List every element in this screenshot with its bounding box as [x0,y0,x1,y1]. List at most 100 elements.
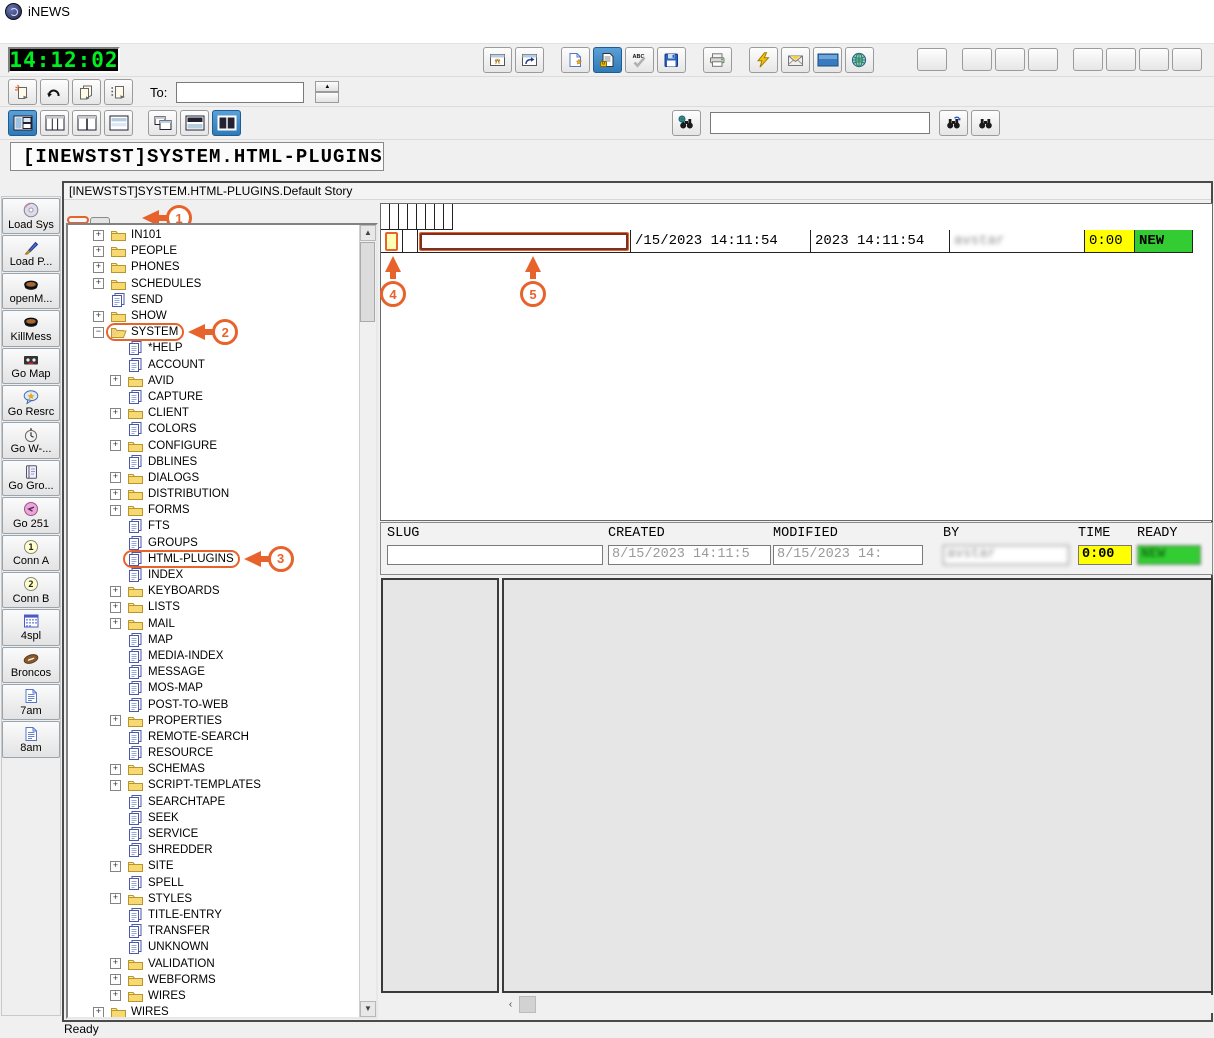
sidebar-shortcut-button[interactable]: Load P... [2,235,60,271]
tree-item[interactable]: FTS [70,518,376,534]
tree-item[interactable]: MOS-MAP [70,680,376,696]
tree-item[interactable]: PROPERTIES [70,713,376,729]
queue-column-header[interactable] [381,204,390,230]
created-field[interactable] [608,545,771,565]
tree-item[interactable]: MEDIA-INDEX [70,648,376,664]
sidebar-shortcut-button[interactable]: openM... [2,273,60,309]
menu-item[interactable] [36,31,54,35]
time-field[interactable] [1078,545,1132,565]
layout-button[interactable] [180,110,209,136]
menu-item[interactable] [90,31,108,35]
format-button[interactable] [962,48,992,71]
scroll-thumb[interactable] [519,996,536,1013]
expand-toggle-icon[interactable] [93,311,104,322]
toolbar-button[interactable] [515,47,544,73]
expand-toggle-icon[interactable] [93,327,104,338]
sidebar-shortcut-button[interactable]: Broncos [2,647,60,683]
tree-item[interactable]: TRANSFER [70,923,376,939]
tree-item[interactable]: RESOURCE [70,745,376,761]
sidebar-shortcut-button[interactable]: Go W-... [2,422,60,458]
row-select-cell[interactable] [385,232,398,251]
tree-item[interactable]: GROUPS [70,535,376,551]
tree-item[interactable]: LISTS [70,599,376,615]
toolbar-button[interactable] [813,47,842,73]
menu-item[interactable] [54,31,72,35]
tree-item[interactable]: SCRIPT-TEMPLATES [70,777,376,793]
toolbar-button[interactable] [749,47,778,73]
expand-toggle-icon[interactable] [93,278,104,289]
layout-button[interactable] [40,110,69,136]
story-margin-panel[interactable] [381,578,499,993]
sidebar-shortcut-button[interactable]: Load Sys [2,198,60,234]
tree-item[interactable]: SEND [70,292,376,308]
expand-toggle-icon[interactable] [110,990,121,1001]
tree-item[interactable]: INDEX [70,567,376,583]
expand-toggle-icon[interactable] [110,375,121,386]
queue-column-header[interactable] [408,204,417,230]
queue-column-header[interactable] [444,204,453,230]
sidebar-shortcut-button[interactable]: KillMess [2,310,60,346]
tree-item[interactable]: DIALOGS [70,470,376,486]
tree-item[interactable]: SCHEMAS [70,761,376,777]
menu-item[interactable] [18,31,36,35]
queue-column-header[interactable] [390,204,399,230]
queue-story-row[interactable]: /15/2023 14:11:54 2023 14:11:54 avstar 0… [381,230,1212,253]
scroll-down-icon[interactable]: ▼ [360,1001,376,1017]
toolbar-button[interactable] [781,47,810,73]
tree-item[interactable]: CLIENT [70,405,376,421]
format-button[interactable] [917,48,947,71]
modified-field[interactable] [773,545,923,565]
tree-item[interactable]: WIRES [70,988,376,1004]
sidebar-shortcut-button[interactable]: Go Resrc [2,385,60,421]
expand-toggle-icon[interactable] [110,472,121,483]
tree-item[interactable]: SERVICE [70,826,376,842]
format-button[interactable] [1106,48,1136,71]
scroll-up-icon[interactable]: ▲ [360,225,376,241]
expand-toggle-icon[interactable] [110,602,121,613]
tree-item[interactable]: COLORS [70,421,376,437]
expand-toggle-icon[interactable] [110,861,121,872]
menu-item[interactable] [108,31,126,35]
tree-item[interactable]: IN101 [70,227,376,243]
layout-button[interactable] [8,110,37,136]
expand-toggle-icon[interactable] [110,408,121,419]
tree-item[interactable]: SHREDDER [70,842,376,858]
tree-item[interactable]: AVID [70,373,376,389]
tree-scrollbar[interactable]: ▲ ▼ [359,225,376,1017]
tree-item[interactable]: KEYBOARDS [70,583,376,599]
ready-field[interactable] [1137,545,1201,565]
expand-toggle-icon[interactable] [110,974,121,985]
sidebar-shortcut-button[interactable]: 1 Conn A [2,535,60,571]
tree-item[interactable]: UNKNOWN [70,939,376,955]
spinner-up-icon[interactable]: ▲ [315,81,339,92]
tree-item[interactable]: SPELL [70,875,376,891]
tree-item[interactable]: FORMS [70,502,376,518]
tree-item[interactable]: SCHEDULES [70,276,376,292]
tree-item[interactable]: REMOTE-SEARCH [70,729,376,745]
tree-item[interactable]: ACCOUNT [70,357,376,373]
expand-toggle-icon[interactable] [110,893,121,904]
search-input[interactable] [710,112,930,134]
format-button[interactable] [1073,48,1103,71]
expand-toggle-icon[interactable] [110,586,121,597]
tree-item[interactable]: MESSAGE [70,664,376,680]
to-input[interactable] [176,82,304,103]
scroll-left-icon[interactable]: ‹ [502,996,519,1013]
toolbar-button[interactable] [104,79,133,105]
tree-item[interactable]: HTML-PLUGINS 3 [70,551,376,567]
tree-item[interactable]: SYSTEM 2 [70,324,376,340]
layout-button[interactable] [212,110,241,136]
sidebar-shortcut-button[interactable]: Go Gro... [2,460,60,496]
layout-button[interactable] [104,110,133,136]
sidebar-shortcut-button[interactable]: 8am [2,721,60,757]
format-button[interactable] [1028,48,1058,71]
slug-field[interactable] [387,545,603,565]
expand-toggle-icon[interactable] [110,489,121,500]
tree-item[interactable]: SEEK [70,810,376,826]
sidebar-shortcut-button[interactable]: Go Map [2,348,60,384]
tree-item[interactable]: SEARCHTAPE [70,794,376,810]
tree-item[interactable]: MAP [70,632,376,648]
expand-toggle-icon[interactable] [110,715,121,726]
tree-item[interactable]: WIRES [70,1004,376,1019]
queue-column-header[interactable] [435,204,444,230]
